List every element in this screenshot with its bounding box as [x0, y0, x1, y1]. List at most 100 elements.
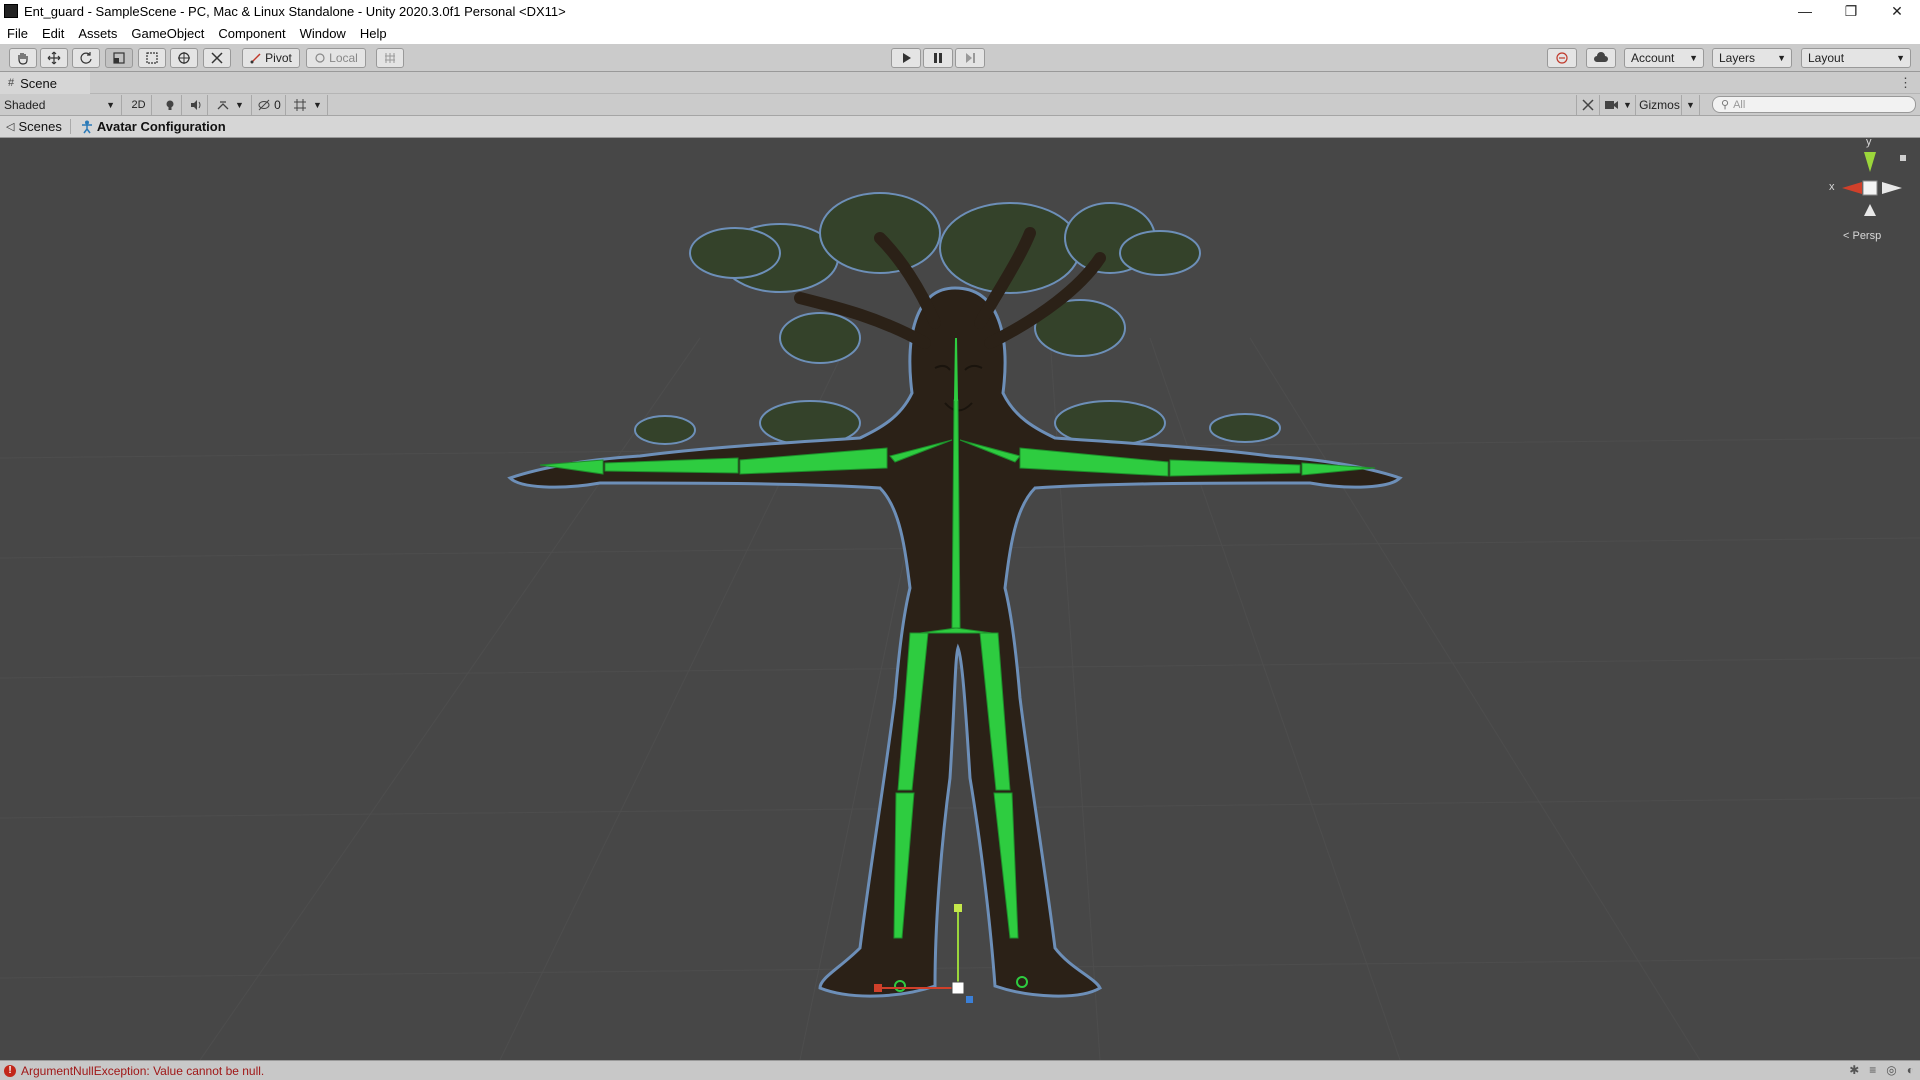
chevron-down-icon: ▼ — [235, 100, 244, 110]
window-controls: — ❐ ✕ — [1782, 0, 1920, 22]
play-button[interactable] — [891, 48, 921, 68]
menu-assets[interactable]: Assets — [71, 26, 124, 41]
menu-window[interactable]: Window — [293, 26, 353, 41]
bug-icon[interactable]: ✱ — [1849, 1063, 1859, 1077]
hidden-count: 0 — [274, 98, 281, 112]
breadcrumb-current-label: Avatar Configuration — [96, 119, 226, 134]
hidden-objects-toggle[interactable]: 0 — [254, 95, 286, 115]
collab-button[interactable] — [1547, 48, 1577, 68]
search-placeholder: All — [1733, 98, 1746, 111]
shading-mode-dropdown[interactable]: Shaded ▼ — [0, 95, 122, 115]
pivot-toggle[interactable]: Pivot — [242, 48, 300, 68]
play-icon — [903, 53, 911, 63]
chevron-down-icon: ▼ — [1777, 53, 1786, 63]
cloud-icon — [1594, 52, 1608, 62]
close-button[interactable]: ✕ — [1874, 0, 1920, 22]
grid-dropdown[interactable]: ▼ — [288, 95, 328, 115]
hand-tool-button[interactable] — [9, 48, 37, 68]
rotate-icon — [80, 52, 92, 64]
grid-icon — [294, 99, 307, 111]
maximize-button[interactable]: ❐ — [1828, 0, 1874, 22]
gizmos-toggle[interactable]: Gizmos — [1638, 95, 1682, 115]
grid-snap-button[interactable] — [376, 48, 404, 68]
scene-search-input[interactable]: ⚲ All — [1712, 96, 1916, 113]
window-title: Ent_guard - SampleScene - PC, Mac & Linu… — [24, 3, 566, 19]
scale-icon — [113, 52, 125, 64]
tools-icon — [211, 52, 223, 64]
avatar-icon — [81, 120, 92, 133]
search-icon: ⚲ — [1721, 99, 1730, 111]
layout-label: Layout — [1808, 51, 1845, 65]
pivot-icon — [250, 53, 261, 64]
shading-mode-label: Shaded — [4, 98, 46, 112]
menu-file[interactable]: File — [0, 26, 35, 41]
status-icons: ✱ ≡ ◎ ◐ — [1849, 1063, 1914, 1077]
rotate-tool-button[interactable] — [72, 48, 100, 68]
local-toggle[interactable]: Local — [306, 48, 366, 68]
account-label: Account — [1631, 51, 1675, 65]
step-button[interactable] — [955, 48, 985, 68]
local-icon — [315, 53, 325, 63]
local-label: Local — [329, 51, 358, 65]
menu-edit[interactable]: Edit — [35, 26, 71, 41]
account-dropdown[interactable]: Account ▼ — [1624, 48, 1704, 68]
tab-scene[interactable]: # Scene — [0, 72, 90, 94]
camera-dropdown[interactable]: ▼ — [1602, 95, 1636, 115]
minimize-button[interactable]: — — [1782, 0, 1828, 22]
scene-canvas — [0, 152, 1920, 1060]
pause-button[interactable] — [923, 48, 953, 68]
scene-toolbar: Shaded ▼ 2D ▼ 0 ▼ ▼ Gizmos ▼ ⚲ All — [0, 94, 1920, 116]
audio-toggle[interactable] — [184, 95, 208, 115]
gizmos-dropdown[interactable]: ▼ — [1682, 95, 1700, 115]
scene-tools-button[interactable] — [1576, 95, 1600, 115]
layout-dropdown[interactable]: Layout ▼ — [1801, 48, 1911, 68]
move-icon — [47, 51, 61, 65]
effects-dropdown[interactable]: ▼ — [210, 95, 252, 115]
more-options-icon[interactable]: ⋮ — [1899, 75, 1912, 91]
hand-icon — [18, 53, 28, 65]
progress-icon[interactable]: ≡ — [1869, 1063, 1876, 1077]
status-bar[interactable]: ! ArgumentNullException: Value cannot be… — [0, 1060, 1920, 1080]
chevron-down-icon: ▼ — [1686, 100, 1695, 110]
toggle-2d-button[interactable]: 2D — [126, 95, 152, 115]
bone-spine — [951, 399, 961, 629]
cloud-button[interactable] — [1586, 48, 1616, 68]
orientation-gizmo[interactable] — [1842, 152, 1906, 216]
effects-icon — [217, 101, 229, 110]
custom-tool-button[interactable] — [203, 48, 231, 68]
breadcrumb: ◁ Scenes Avatar Configuration — [0, 116, 1920, 138]
title-bar: Ent_guard - SampleScene - PC, Mac & Linu… — [0, 0, 1920, 22]
menu-component[interactable]: Component — [211, 26, 292, 41]
tools-icon — [1582, 99, 1594, 111]
layers-dropdown[interactable]: Layers ▼ — [1712, 48, 1792, 68]
light-bulb-icon — [166, 100, 173, 110]
projection-toggle[interactable]: < Persp — [1843, 230, 1881, 242]
chevron-down-icon: ▼ — [1623, 100, 1632, 110]
move-tool-button[interactable] — [40, 48, 68, 68]
refresh-icon[interactable]: ◐ — [1907, 1063, 1914, 1077]
transform-tool-button[interactable] — [170, 48, 198, 68]
layers-label: Layers — [1719, 51, 1756, 65]
scene-viewport[interactable]: y x < Persp — [0, 138, 1920, 1060]
bone-neck — [953, 337, 959, 401]
tab-strip: # Scene ⋮ — [0, 72, 1920, 94]
scale-tool-button[interactable] — [105, 48, 133, 68]
breadcrumb-scenes[interactable]: ◁ Scenes — [0, 119, 70, 134]
lighting-toggle[interactable] — [158, 95, 182, 115]
rect-tool-button[interactable] — [138, 48, 166, 68]
breadcrumb-scenes-label: Scenes — [18, 119, 62, 134]
chevron-down-icon: ▼ — [1689, 53, 1698, 63]
rect-tool-icon — [146, 52, 158, 64]
pause-icon — [934, 53, 942, 63]
speaker-icon — [190, 100, 200, 110]
breadcrumb-avatar-configuration[interactable]: Avatar Configuration — [69, 119, 234, 134]
pivot-label: Pivot — [265, 51, 292, 65]
grid-snap-icon — [385, 53, 395, 63]
cache-icon[interactable]: ◎ — [1886, 1063, 1896, 1077]
menu-gameobject[interactable]: GameObject — [124, 26, 211, 41]
transform-icon — [178, 52, 190, 64]
menu-help[interactable]: Help — [353, 26, 394, 41]
console-message[interactable]: ArgumentNullException: Value cannot be n… — [21, 1064, 264, 1078]
chevron-down-icon: ▼ — [106, 100, 115, 110]
unity-logo-icon — [4, 4, 18, 18]
